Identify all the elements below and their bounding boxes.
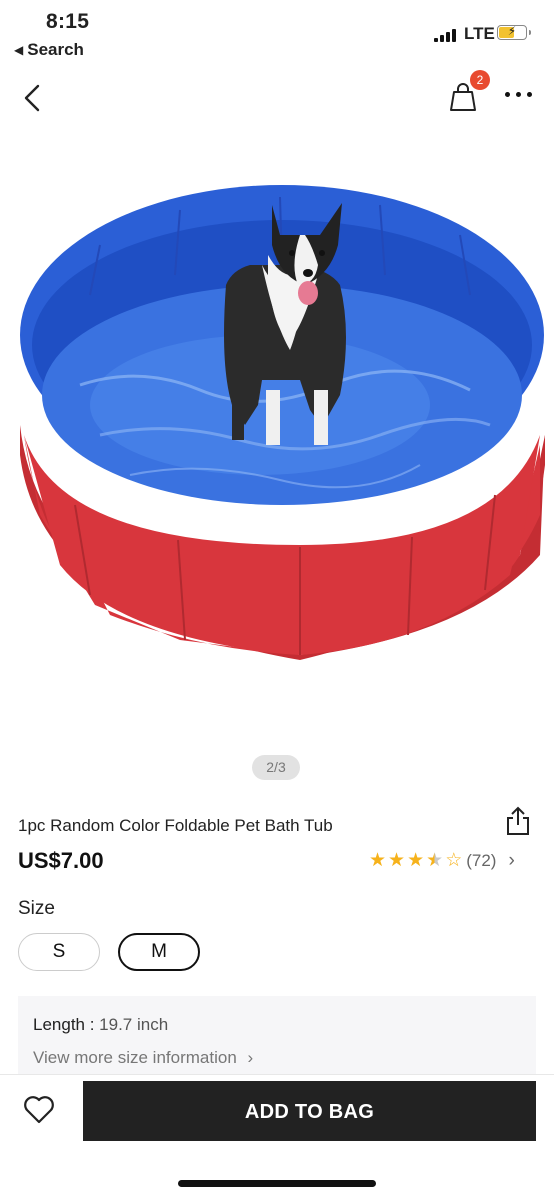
add-to-bag-button[interactable]: ADD TO BAG (83, 1081, 536, 1141)
signal-icon (434, 28, 458, 42)
chevron-left-icon (24, 84, 40, 112)
footer-divider (0, 1074, 554, 1075)
empty-star-icon: ☆ (445, 850, 463, 871)
chevron-right-icon: › (508, 850, 515, 871)
cart-count-badge: 2 (470, 70, 490, 90)
product-image[interactable] (0, 135, 554, 745)
product-title: 1pc Random Color Foldable Pet Bath Tub (18, 816, 333, 835)
back-button[interactable] (20, 82, 48, 114)
wishlist-button[interactable] (22, 1094, 56, 1126)
rating-link[interactable]: ★ ★ ★ ★ ☆ (72) › (369, 850, 515, 872)
size-option-s[interactable]: S (18, 933, 100, 971)
pet-bath-tub-photo (20, 185, 545, 660)
back-app-label: Search (27, 40, 84, 59)
half-star-icon: ★ (426, 850, 444, 871)
image-pager-indicator: 2/3 (252, 755, 300, 780)
network-label: LTE (464, 24, 495, 43)
charging-bolt-icon: ⚡ (507, 24, 517, 38)
view-more-label: View more size information (33, 1048, 237, 1067)
home-indicator[interactable] (178, 1180, 376, 1187)
review-count: (72) (466, 851, 497, 870)
share-icon (507, 806, 529, 835)
star-icon: ★ (369, 850, 387, 871)
product-price: US$7.00 (18, 848, 104, 873)
back-triangle-icon: ◀ (14, 43, 24, 57)
length-label: Length : (33, 1015, 100, 1034)
heart-icon (24, 1096, 54, 1124)
status-time: 8:15 (46, 10, 90, 33)
battery-icon: ⚡ (497, 24, 531, 40)
more-horizontal-icon (505, 92, 510, 97)
back-to-app-link[interactable]: ◀ Search (14, 40, 84, 60)
more-options-button[interactable] (505, 92, 537, 102)
star-icon: ★ (407, 850, 425, 871)
view-more-size-link[interactable]: View more size information › (33, 1048, 253, 1068)
chevron-right-icon: › (247, 1048, 254, 1067)
star-icon: ★ (388, 850, 406, 871)
length-info: Length : 19.7 inch (33, 1015, 168, 1035)
length-value: 19.7 inch (99, 1015, 169, 1034)
size-option-m[interactable]: M (118, 933, 200, 971)
share-button[interactable] (504, 806, 532, 836)
size-label: Size (18, 898, 55, 919)
